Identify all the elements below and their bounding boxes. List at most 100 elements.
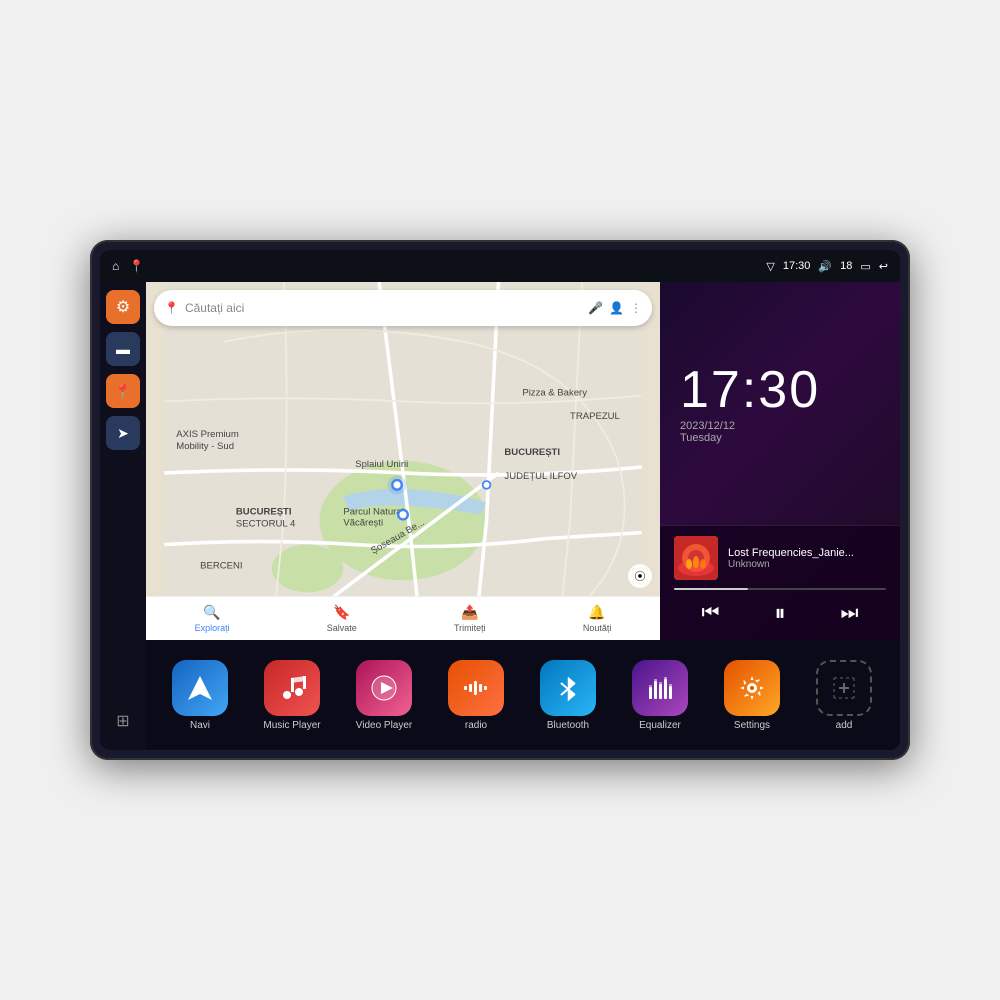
radio-label: radio	[465, 720, 487, 731]
main-content: ⚙ ▬ 📍 ➤ ⊞	[100, 282, 900, 750]
center-area: 📍 Căutați aici 🎤 👤 ⋮	[146, 282, 900, 750]
share-label: Trimiteți	[454, 623, 486, 633]
prev-btn[interactable]: ⏮	[697, 598, 723, 629]
mic-icon[interactable]: 🎤	[588, 301, 603, 315]
navi-icon: ➤	[117, 425, 129, 442]
search-placeholder: Căutați aici	[185, 301, 582, 315]
account-icon[interactable]: 👤	[609, 301, 624, 315]
music-controls: ⏮ ⏸ ⏭	[674, 596, 886, 630]
device-frame: ⌂ 📍 ▽ 17:30 🔊 18 ▭ ↩ ⚙ ▬	[90, 240, 910, 760]
clock-section: 17:30 2023/12/12 Tuesday	[660, 282, 900, 525]
updates-icon: 🔔	[588, 604, 605, 621]
sidebar-files-btn[interactable]: ▬	[106, 332, 140, 366]
map-search-bar[interactable]: 📍 Căutați aici 🎤 👤 ⋮	[154, 290, 652, 326]
left-sidebar: ⚙ ▬ 📍 ➤ ⊞	[100, 282, 146, 750]
music-info: Lost Frequencies_Janie... Unknown	[674, 536, 886, 580]
music-text: Lost Frequencies_Janie... Unknown	[728, 547, 886, 570]
next-btn[interactable]: ⏭	[836, 598, 862, 629]
google-maps-pin-icon: 📍	[164, 301, 179, 315]
video-player-label: Video Player	[356, 720, 413, 731]
settings-icon: ⚙	[116, 297, 130, 317]
time-display: 17:30	[783, 260, 811, 272]
battery-level: 18	[840, 260, 852, 272]
svg-text:Văcărești: Văcărești	[343, 517, 383, 528]
explore-icon: 🔍	[203, 604, 220, 621]
pause-btn[interactable]: ⏸	[770, 596, 789, 630]
right-panel: 17:30 2023/12/12 Tuesday	[660, 282, 900, 640]
settings-icon-bg	[724, 660, 780, 716]
bluetooth-label: Bluetooth	[547, 720, 589, 731]
sidebar-settings-btn[interactable]: ⚙	[106, 290, 140, 324]
svg-text:Parcul Natural: Parcul Natural	[343, 507, 403, 518]
navi-icon-bg	[172, 660, 228, 716]
saved-label: Salvate	[327, 623, 357, 633]
status-right-info: ▽ 17:30 🔊 18 ▭ ↩	[766, 260, 888, 273]
sidebar-navi-btn[interactable]: ➤	[106, 416, 140, 450]
sidebar-grid-btn[interactable]: ⊞	[106, 704, 140, 738]
video-icon-bg	[356, 660, 412, 716]
music-progress-fill	[674, 588, 748, 590]
equalizer-icon-bg	[632, 660, 688, 716]
clock-time: 17:30	[680, 364, 880, 416]
add-icon-bg	[816, 660, 872, 716]
music-artist: Unknown	[728, 559, 886, 570]
back-icon[interactable]: ↩	[879, 260, 888, 273]
app-bluetooth[interactable]: Bluetooth	[524, 660, 612, 731]
app-settings[interactable]: Settings	[708, 660, 796, 731]
updates-label: Noutăți	[583, 623, 612, 633]
svg-text:SECTORUL 4: SECTORUL 4	[236, 519, 296, 530]
svg-text:TRAPEZUL: TRAPEZUL	[570, 411, 620, 422]
map-panel[interactable]: 📍 Căutați aici 🎤 👤 ⋮	[146, 282, 660, 640]
files-icon: ▬	[116, 341, 130, 357]
map-updates-btn[interactable]: 🔔 Noutăți	[583, 604, 612, 633]
volume-icon: 🔊	[818, 260, 832, 273]
radio-icon-bg	[448, 660, 504, 716]
equalizer-label: Equalizer	[639, 720, 681, 731]
top-section: 📍 Căutați aici 🎤 👤 ⋮	[146, 282, 900, 640]
app-radio[interactable]: radio	[432, 660, 520, 731]
music-icon-bg	[264, 660, 320, 716]
map-container: BUCUREȘTI JUDEȚUL ILFOV BUCUREȘTI SECTOR…	[146, 282, 660, 640]
svg-text:BERCENI: BERCENI	[200, 560, 242, 571]
app-grid-section: Navi Music Player	[146, 640, 900, 750]
svg-text:JUDEȚUL ILFOV: JUDEȚUL ILFOV	[504, 471, 577, 482]
settings-dots-icon[interactable]: ⋮	[630, 301, 642, 315]
screen: ⌂ 📍 ▽ 17:30 🔊 18 ▭ ↩ ⚙ ▬	[100, 250, 900, 750]
signal-icon: ▽	[766, 260, 774, 273]
clock-date: 2023/12/12 Tuesday	[680, 420, 880, 444]
music-progress-bar	[674, 588, 886, 590]
map-share-btn[interactable]: 📤 Trimiteți	[454, 604, 486, 633]
bluetooth-icon-bg	[540, 660, 596, 716]
music-title: Lost Frequencies_Janie...	[728, 547, 886, 559]
saved-icon: 🔖	[333, 604, 350, 621]
share-icon: 📤	[461, 604, 478, 621]
status-left-icons: ⌂ 📍	[112, 259, 144, 273]
settings-label: Settings	[734, 720, 770, 731]
location-icon[interactable]: 📍	[129, 259, 144, 273]
app-video[interactable]: Video Player	[340, 660, 428, 731]
app-add[interactable]: add	[800, 660, 888, 731]
svg-text:BUCUREȘTI: BUCUREȘTI	[504, 447, 560, 458]
add-label: add	[836, 720, 853, 731]
map-bottom-bar: 🔍 Explorați 🔖 Salvate 📤 Trimiteți	[146, 596, 660, 640]
svg-text:AXIS Premium: AXIS Premium	[176, 429, 239, 440]
svg-text:Splaiul Unirii: Splaiul Unirii	[355, 459, 408, 470]
map-explore-btn[interactable]: 🔍 Explorați	[195, 604, 230, 633]
svg-text:Pizza & Bakery: Pizza & Bakery	[522, 387, 587, 398]
album-art	[674, 536, 718, 580]
maps-icon: 📍	[114, 383, 131, 400]
explore-label: Explorați	[195, 623, 230, 633]
battery-icon: ▭	[860, 260, 870, 273]
compass-icon[interactable]: ⦿	[628, 564, 652, 588]
home-icon[interactable]: ⌂	[112, 259, 119, 273]
sidebar-maps-btn[interactable]: 📍	[106, 374, 140, 408]
svg-text:BUCUREȘTI: BUCUREȘTI	[236, 507, 292, 518]
status-bar: ⌂ 📍 ▽ 17:30 🔊 18 ▭ ↩	[100, 250, 900, 282]
app-equalizer[interactable]: Equalizer	[616, 660, 704, 731]
app-navi[interactable]: Navi	[156, 660, 244, 731]
music-section: Lost Frequencies_Janie... Unknown ⏮ ⏸ ⏭	[660, 525, 900, 640]
map-saved-btn[interactable]: 🔖 Salvate	[327, 604, 357, 633]
app-music[interactable]: Music Player	[248, 660, 336, 731]
music-player-label: Music Player	[263, 720, 320, 731]
svg-text:Mobility - Sud: Mobility - Sud	[176, 441, 234, 452]
